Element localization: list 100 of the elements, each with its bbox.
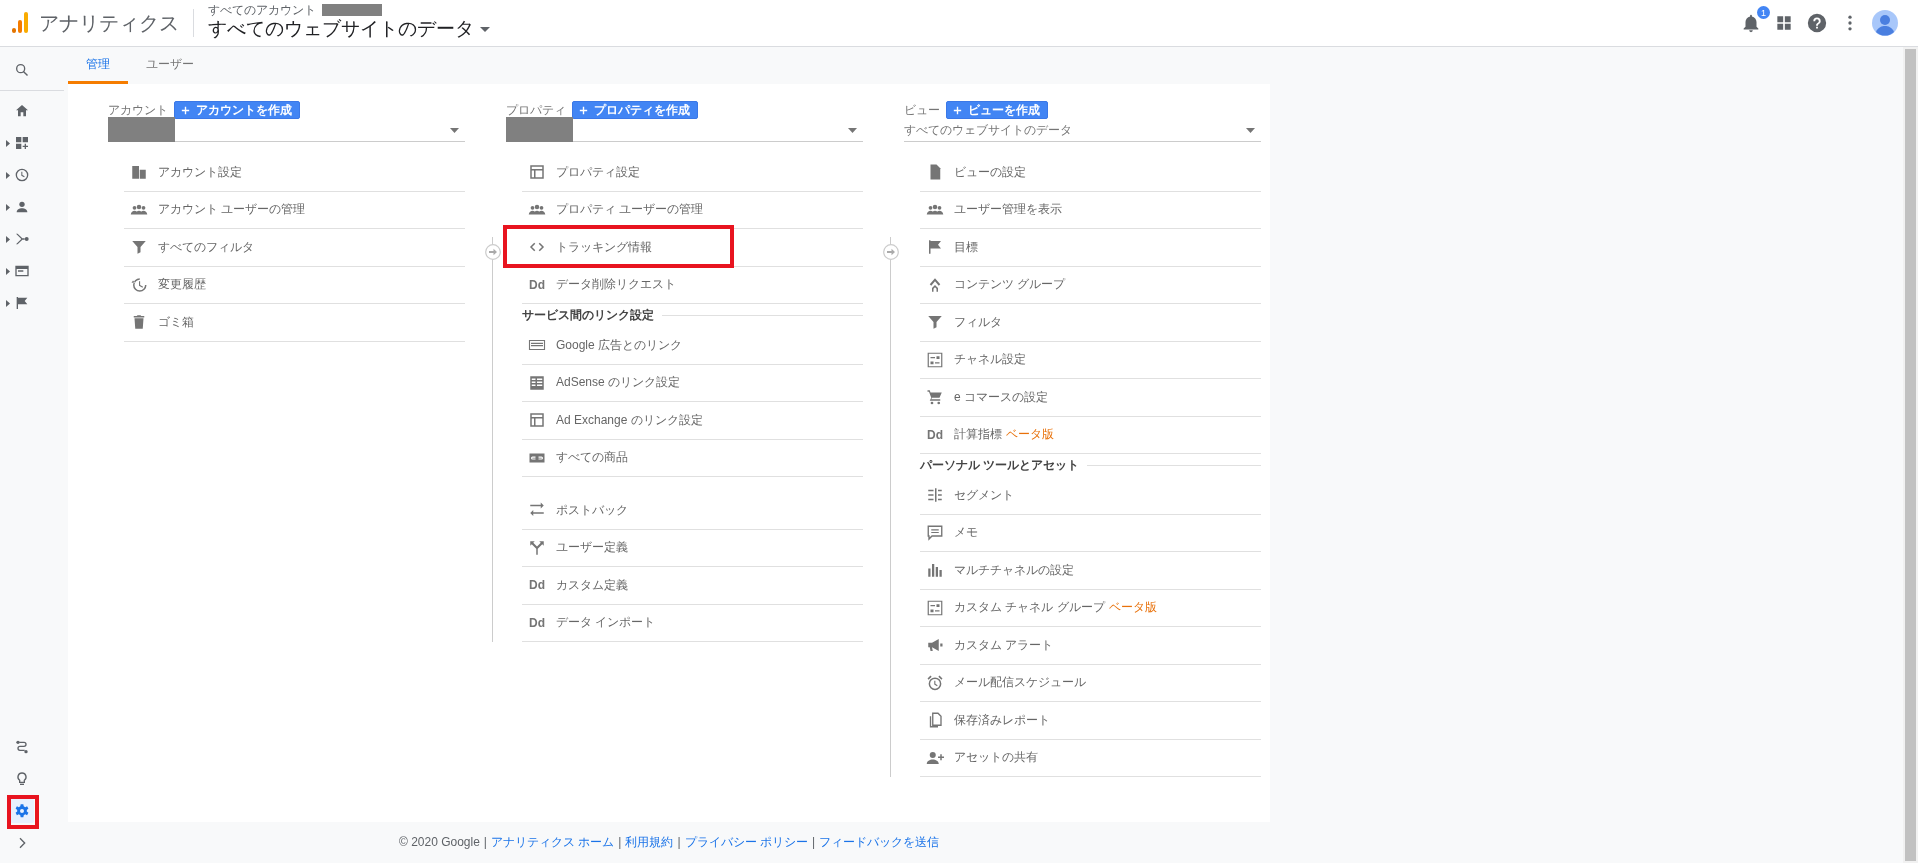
caret-icon[interactable]	[6, 299, 10, 307]
column-label: プロパティ	[506, 101, 566, 119]
menu-item[interactable]: データ インポート	[556, 614, 656, 632]
menu-item[interactable]: アセットの共有	[954, 749, 1038, 767]
beta-label: ベータ版	[1006, 426, 1054, 444]
notification-badge: 1	[1757, 6, 1770, 19]
footer-link[interactable]: フィードバックを送信	[819, 833, 940, 851]
dd-icon: Dd	[529, 615, 545, 630]
menu-item[interactable]: Ad Exchange のリンク設定	[556, 411, 703, 429]
plus-icon	[180, 104, 191, 116]
caret-icon[interactable]	[6, 235, 10, 243]
menu-item[interactable]: データ削除リクエスト	[556, 276, 676, 294]
caret-icon[interactable]	[6, 139, 10, 147]
menu-item[interactable]: チャネル設定	[954, 351, 1026, 369]
building-icon	[130, 163, 148, 182]
menu-item[interactable]: AdSense のリンク設定	[556, 374, 681, 392]
alarm-clock-icon	[926, 673, 944, 692]
caret-icon[interactable]	[6, 203, 10, 211]
menu-item[interactable]: カスタム定義	[556, 576, 628, 594]
logo-icon[interactable]	[12, 12, 28, 34]
route-icon	[14, 739, 30, 755]
menu-item[interactable]: e コマースの設定	[954, 388, 1048, 406]
fork-icon	[528, 538, 546, 557]
menu-item[interactable]: カスタム チャネル グループ	[954, 599, 1105, 617]
section-heading: サービス間のリンク設定	[522, 307, 654, 324]
footer-link[interactable]: 利用規約	[625, 833, 674, 851]
menu-item[interactable]: すべての商品	[556, 449, 628, 467]
menu-item[interactable]: アカウント設定	[158, 163, 242, 181]
home-icon	[14, 103, 30, 119]
menu-item[interactable]: アカウント ユーザーの管理	[158, 201, 306, 219]
menu-item[interactable]: ビューの設定	[954, 163, 1026, 181]
menu-item[interactable]: ポストバック	[556, 501, 628, 519]
window-icon	[528, 411, 546, 430]
view-title[interactable]: すべてのウェブサイトのデータ	[208, 16, 474, 42]
column-label: ビュー	[904, 101, 940, 119]
dropdown-caret-icon[interactable]	[848, 127, 857, 133]
caret-icon[interactable]	[480, 26, 490, 32]
branch-icon	[14, 231, 30, 247]
menu-item[interactable]: ユーザー定義	[556, 539, 628, 557]
menu-item[interactable]: セグメント	[954, 486, 1014, 504]
sliders-icon	[926, 598, 944, 617]
list-icon	[528, 373, 546, 392]
plus-icon	[578, 104, 589, 116]
menu-item[interactable]: フィルタ	[954, 313, 1002, 331]
menu-item[interactable]: 計算指標	[954, 426, 1002, 444]
menu-item[interactable]: カスタム アラート	[954, 636, 1054, 654]
menu-item[interactable]: マルチチャネルの設定	[954, 561, 1074, 579]
lightbulb-icon	[14, 771, 30, 787]
help-icon[interactable]	[1806, 12, 1828, 34]
dropdown-caret-icon[interactable]	[450, 127, 459, 133]
tab[interactable]: ユーザー	[128, 47, 212, 84]
flag-icon	[14, 295, 30, 311]
browser-window-icon	[14, 263, 30, 279]
scrollbar[interactable]	[1905, 49, 1916, 861]
sidebar-button[interactable]	[10, 799, 34, 823]
sliders-icon	[926, 350, 944, 369]
create-button[interactable]: ビューを作成	[946, 101, 1048, 119]
copyright-text: © 2020 Google	[398, 835, 480, 849]
flag-icon	[926, 238, 944, 257]
separator: |	[677, 835, 681, 849]
separator: |	[483, 835, 487, 849]
caret-icon[interactable]	[6, 267, 10, 275]
avatar-icon[interactable]	[1872, 10, 1898, 36]
footer-link[interactable]: アナリティクス ホーム	[491, 833, 615, 851]
dropdown-caret-icon[interactable]	[1246, 127, 1255, 133]
clock-icon	[14, 167, 30, 183]
menu-item[interactable]: ユーザー管理を表示	[954, 201, 1062, 219]
column-label: アカウント	[108, 101, 168, 119]
create-button[interactable]: プロパティを作成	[572, 101, 698, 119]
dd-icon: Dd	[927, 427, 943, 442]
menu-item[interactable]: 目標	[954, 238, 978, 256]
dashboard-icon	[14, 135, 30, 151]
footer-link[interactable]: プライバシー ポリシー	[684, 833, 808, 851]
settings-icon	[14, 803, 30, 819]
window-icon	[528, 163, 546, 182]
menu-item[interactable]: すべてのフィルタ	[158, 238, 254, 256]
plus-icon	[952, 104, 963, 116]
menu-item[interactable]: Google 広告とのリンク	[556, 336, 683, 354]
comment-icon	[926, 523, 944, 542]
menu-item[interactable]: メモ	[954, 524, 978, 542]
menu-item[interactable]: トラッキング情報	[556, 238, 652, 256]
history-icon	[130, 275, 148, 294]
menu-item[interactable]: ゴミ箱	[158, 313, 194, 331]
dd-icon: Dd	[529, 277, 545, 292]
lines-icon	[926, 486, 944, 505]
section-heading: パーソナル ツールとアセット	[920, 457, 1080, 474]
apps-icon[interactable]	[1774, 13, 1794, 33]
menu-item[interactable]: プロパティ ユーザーの管理	[556, 201, 704, 219]
menu-item[interactable]: 変更履歴	[158, 276, 206, 294]
create-button[interactable]: アカウントを作成	[174, 101, 300, 119]
person-icon	[14, 199, 30, 215]
menu-item[interactable]: プロパティ設定	[556, 163, 640, 181]
menu-item[interactable]: コンテンツ グループ	[954, 276, 1066, 294]
menu-item[interactable]: メール配信スケジュール	[954, 674, 1086, 692]
search-icon	[14, 62, 30, 78]
dd-icon: Dd	[529, 578, 545, 593]
app-name: アナリティクス	[39, 9, 194, 37]
menu-item[interactable]: 保存済みレポート	[954, 711, 1050, 729]
selector-value[interactable]: すべてのウェブサイトのデータ	[904, 121, 1072, 139]
caret-icon[interactable]	[6, 171, 10, 179]
